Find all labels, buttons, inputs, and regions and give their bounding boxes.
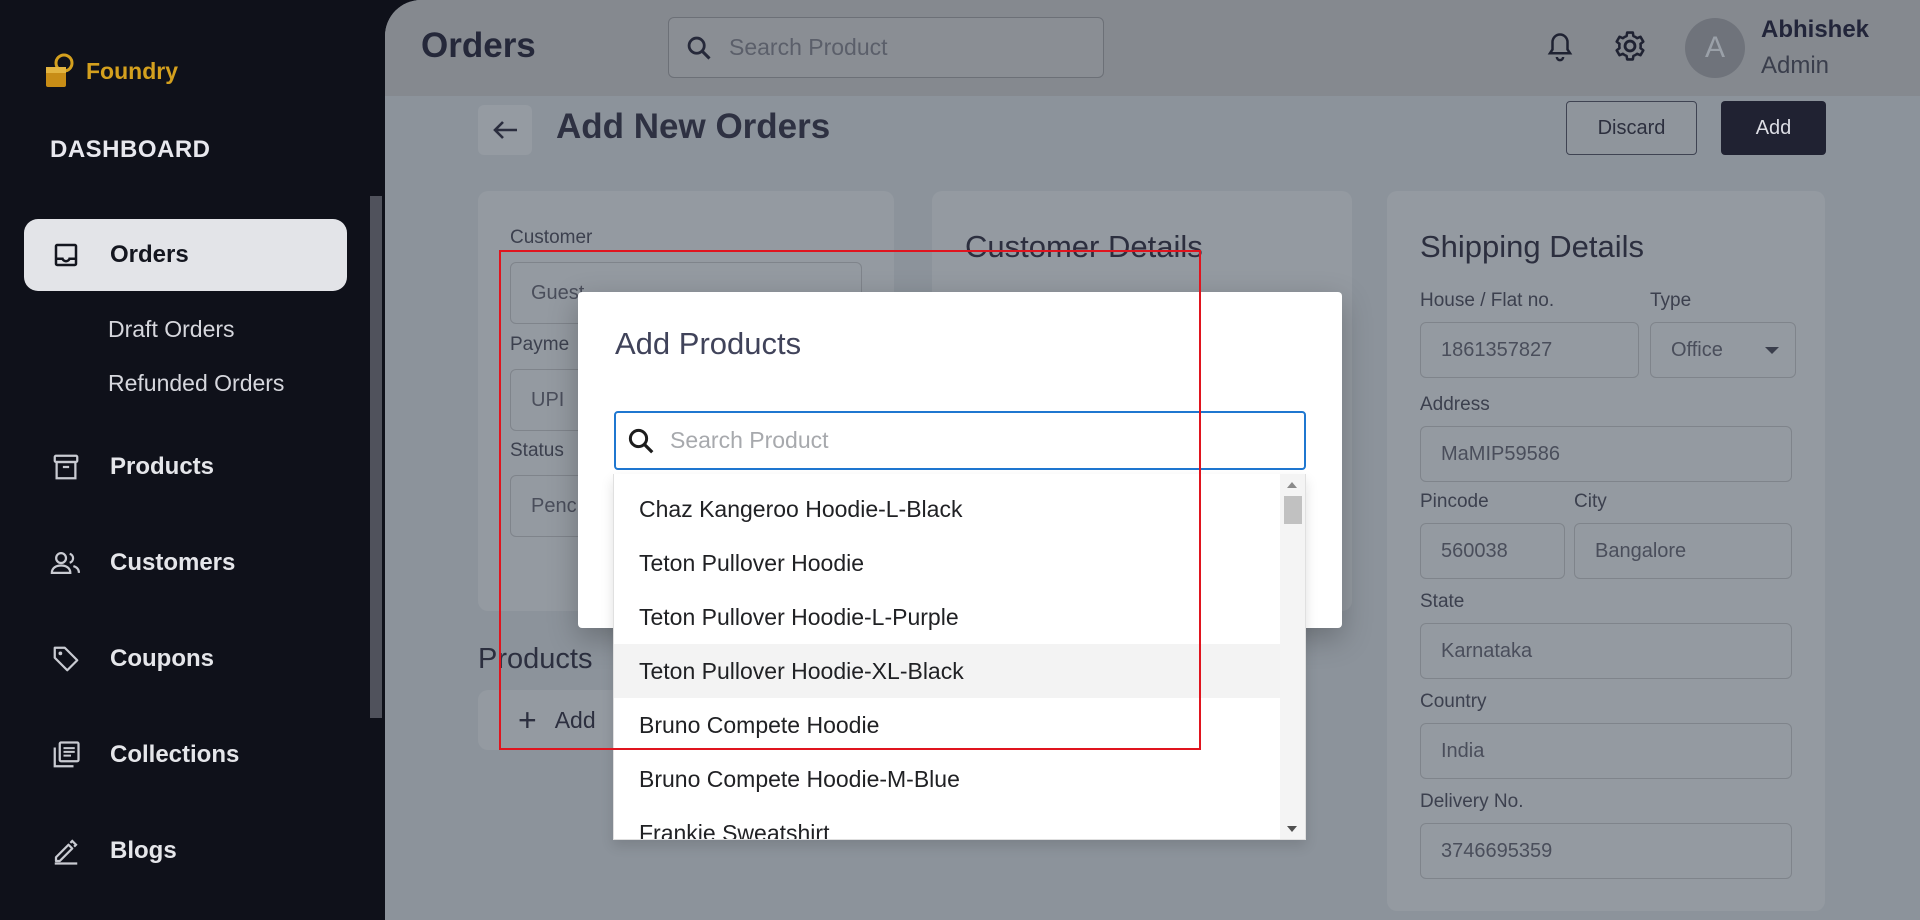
status-value: Penc bbox=[531, 494, 577, 517]
header-search-placeholder: Search Product bbox=[729, 34, 888, 60]
pincode-label: Pincode bbox=[1420, 491, 1489, 512]
form-title: Add New Orders bbox=[556, 107, 831, 146]
brand-name: Foundry bbox=[86, 57, 178, 84]
scrollbar-thumb[interactable] bbox=[1284, 496, 1302, 524]
top-bar: Orders Search Product A Abhishek Admin bbox=[385, 0, 1920, 96]
page-title: Orders bbox=[421, 26, 536, 65]
sidebar-item-orders[interactable]: Orders bbox=[24, 219, 347, 291]
people-icon bbox=[50, 547, 82, 579]
sidebar-item-label: Orders bbox=[110, 241, 189, 268]
lock-logo-icon bbox=[44, 52, 80, 90]
customer-details-heading: Customer Details bbox=[965, 229, 1203, 264]
sidebar-scrollbar[interactable] bbox=[370, 196, 382, 718]
sidebar-item-label: Coupons bbox=[110, 645, 214, 672]
shipping-heading: Shipping Details bbox=[1420, 229, 1645, 264]
address-value: MaMIP59586 bbox=[1441, 442, 1560, 465]
tag-icon bbox=[50, 643, 82, 675]
bell-icon[interactable] bbox=[1545, 30, 1575, 69]
customer-value: Guest bbox=[531, 281, 585, 304]
list-item[interactable]: Bruno Compete Hoodie-M-Blue bbox=[614, 752, 1282, 806]
sidebar-subitem-draft-orders[interactable]: Draft Orders bbox=[108, 316, 235, 343]
sidebar-item-customers[interactable]: Customers bbox=[24, 527, 347, 599]
user-name: Abhishek bbox=[1761, 16, 1870, 43]
payment-value: UPI bbox=[531, 388, 565, 411]
sidebar-item-label: Customers bbox=[110, 549, 236, 576]
type-label: Type bbox=[1650, 290, 1692, 311]
edit-icon bbox=[50, 835, 82, 867]
house-value: 1861357827 bbox=[1441, 338, 1553, 361]
avatar[interactable]: A bbox=[1685, 18, 1745, 78]
city-label: City bbox=[1574, 491, 1607, 512]
search-icon bbox=[687, 36, 711, 60]
chevron-down-icon bbox=[1765, 346, 1779, 354]
list-item[interactable]: Teton Pullover Hoodie bbox=[614, 536, 1282, 590]
state-label: State bbox=[1420, 591, 1465, 612]
plus-icon: + bbox=[518, 702, 537, 738]
list-item[interactable]: Teton Pullover Hoodie-XL-Black bbox=[614, 644, 1282, 698]
state-value: Karnataka bbox=[1441, 639, 1533, 662]
add-product-label: Add bbox=[554, 706, 596, 733]
list-item[interactable]: Chaz Kangeroo Hoodie-L-Black bbox=[614, 482, 1282, 536]
discard-button[interactable]: Discard bbox=[1566, 101, 1697, 155]
modal-search-input[interactable] bbox=[670, 427, 1290, 454]
country-input[interactable]: India bbox=[1420, 723, 1792, 779]
modal-title: Add Products bbox=[615, 326, 802, 361]
list-item[interactable]: Frankie Sweatshirt bbox=[614, 806, 1282, 840]
address-label: Address bbox=[1420, 394, 1490, 415]
sidebar-item-blogs[interactable]: Blogs bbox=[24, 815, 347, 887]
archive-icon bbox=[50, 451, 82, 483]
back-button[interactable] bbox=[478, 105, 532, 155]
library-icon bbox=[50, 739, 82, 771]
address-input[interactable]: MaMIP59586 bbox=[1420, 426, 1792, 482]
customer-label: Customer bbox=[510, 227, 593, 248]
arrow-left-icon bbox=[493, 121, 517, 139]
city-input[interactable]: Bangalore bbox=[1574, 523, 1792, 579]
sidebar-item-label: Products bbox=[110, 453, 215, 480]
sidebar-item-products[interactable]: Products bbox=[24, 431, 347, 503]
city-value: Bangalore bbox=[1595, 539, 1687, 562]
list-item[interactable]: Teton Pullover Hoodie-L-Purple bbox=[614, 590, 1282, 644]
country-label: Country bbox=[1420, 691, 1487, 712]
sidebar-item-collections[interactable]: Collections bbox=[24, 719, 347, 791]
dashboard-section-title: DASHBOARD bbox=[50, 136, 211, 163]
type-value: Office bbox=[1671, 338, 1723, 361]
delivery-value: 3746695359 bbox=[1441, 839, 1553, 862]
search-icon bbox=[628, 428, 654, 453]
add-button[interactable]: Add bbox=[1721, 101, 1826, 155]
scroll-down-icon[interactable] bbox=[1287, 826, 1297, 832]
country-value: India bbox=[1441, 739, 1485, 762]
modal-search-field[interactable] bbox=[614, 411, 1306, 470]
house-input[interactable]: 1861357827 bbox=[1420, 322, 1639, 378]
scroll-up-icon[interactable] bbox=[1287, 482, 1297, 488]
inbox-icon bbox=[50, 239, 82, 271]
payment-label: Payme bbox=[510, 334, 570, 355]
sidebar-item-coupons[interactable]: Coupons bbox=[24, 623, 347, 695]
type-select[interactable]: Office bbox=[1650, 322, 1796, 378]
sidebar-item-label: Blogs bbox=[110, 837, 177, 864]
header-search-input[interactable]: Search Product bbox=[668, 17, 1104, 78]
products-heading: Products bbox=[478, 643, 593, 675]
sidebar-item-label: Collections bbox=[110, 741, 240, 768]
pincode-input[interactable]: 560038 bbox=[1420, 523, 1565, 579]
gear-icon[interactable] bbox=[1613, 29, 1647, 68]
house-label: House / Flat no. bbox=[1420, 290, 1555, 311]
sidebar-subitem-refunded-orders[interactable]: Refunded Orders bbox=[108, 370, 284, 397]
user-role: Admin bbox=[1761, 52, 1830, 79]
list-scrollbar[interactable] bbox=[1280, 474, 1305, 839]
brand-logo[interactable]: Foundry bbox=[44, 52, 178, 90]
sidebar: Foundry DASHBOARD Orders Draft Orders Re… bbox=[0, 0, 385, 920]
product-suggestions-list[interactable]: Chaz Kangeroo Hoodie-L-Black Teton Pullo… bbox=[613, 474, 1306, 840]
pincode-value: 560038 bbox=[1441, 539, 1508, 562]
delivery-input[interactable]: 3746695359 bbox=[1420, 823, 1792, 879]
state-input[interactable]: Karnataka bbox=[1420, 623, 1792, 679]
delivery-label: Delivery No. bbox=[1420, 791, 1524, 812]
status-label: Status bbox=[510, 440, 564, 461]
shipping-card: Shipping Details House / Flat no. 186135… bbox=[1387, 191, 1825, 911]
list-item[interactable]: Bruno Compete Hoodie bbox=[614, 698, 1282, 752]
